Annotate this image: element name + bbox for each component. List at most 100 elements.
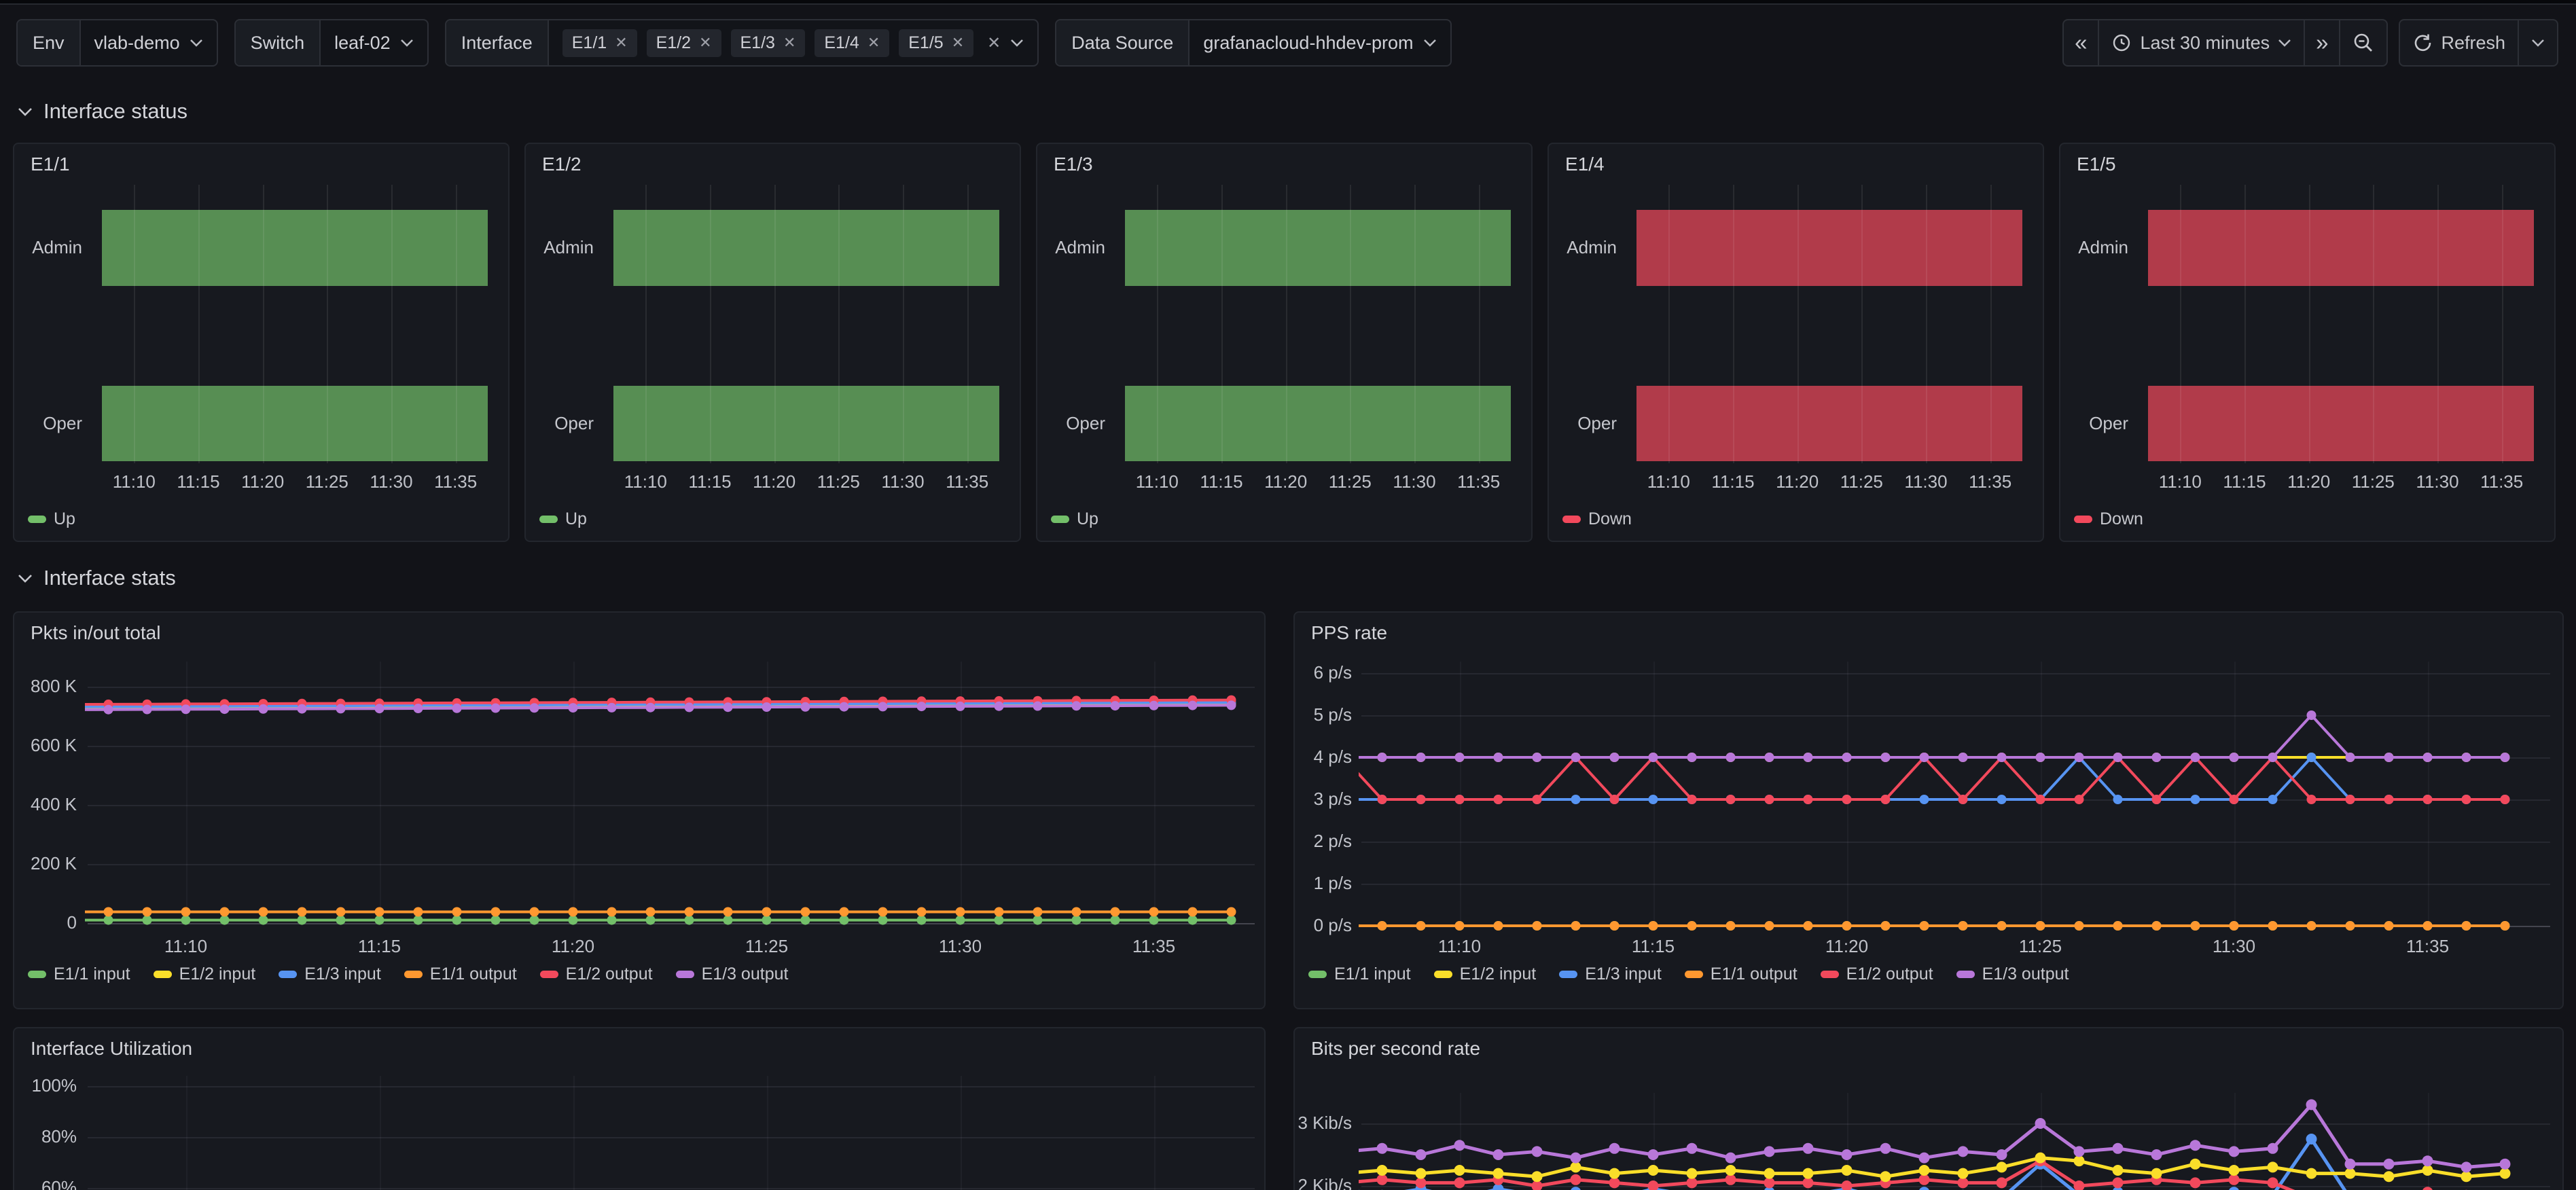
legend-label: E1/3 output: [1982, 964, 2069, 984]
data-point: [491, 907, 501, 917]
section-interface-stats[interactable]: Interface stats: [18, 566, 176, 590]
legend-item-e1-3-input[interactable]: E1/3 input: [1559, 964, 1662, 984]
panel-title[interactable]: E1/2: [542, 154, 582, 175]
remove-chip-icon[interactable]: ✕: [783, 35, 795, 50]
time-shift-forward-button[interactable]: »: [2304, 20, 2339, 65]
datasource-filter[interactable]: Data Source grafanacloud-hhdev-prom: [1055, 19, 1451, 67]
chart-canvas[interactable]: [14, 613, 1267, 1011]
remove-chip-icon[interactable]: ✕: [952, 35, 964, 50]
chart-panel-pps: PPS rate6 p/s5 p/s4 p/s3 p/s2 p/s1 p/s0 …: [1293, 611, 2564, 1009]
datasource-filter-value[interactable]: grafanacloud-hhdev-prom: [1189, 20, 1450, 65]
data-point: [2191, 921, 2200, 931]
legend[interactable]: Up: [539, 509, 587, 529]
clear-all-icon[interactable]: ✕: [987, 33, 1001, 53]
refresh-button[interactable]: Refresh: [2400, 20, 2518, 65]
data-point: [1339, 795, 1348, 804]
legend-item[interactable]: Up: [539, 509, 587, 529]
legend-item-e1-2-output[interactable]: E1/2 output: [540, 964, 653, 984]
chevron-down-icon: [1010, 39, 1024, 47]
data-point: [1842, 1149, 1853, 1160]
legend-item[interactable]: Up: [1051, 509, 1098, 529]
env-filter[interactable]: Env vlab-demo: [16, 19, 218, 67]
section-interface-status[interactable]: Interface status: [18, 99, 187, 124]
refresh-interval-dropdown[interactable]: [2518, 20, 2557, 65]
data-point: [917, 916, 927, 925]
legend-item-e1-3-input[interactable]: E1/3 input: [279, 964, 381, 984]
interface-chip[interactable]: E1/3✕: [731, 29, 806, 57]
panel-title[interactable]: E1/3: [1054, 154, 1093, 175]
data-point: [375, 704, 384, 713]
legend-item[interactable]: Down: [2074, 509, 2143, 529]
data-point: [104, 916, 113, 925]
data-point: [1072, 701, 1081, 710]
data-point: [336, 907, 346, 917]
gridline: [456, 185, 457, 463]
data-point: [1416, 1177, 1427, 1188]
data-point: [1378, 795, 1387, 804]
chart-canvas[interactable]: [1295, 613, 2565, 1011]
data-point: [2230, 795, 2239, 804]
data-point: [956, 916, 965, 925]
legend-item-e1-3-output[interactable]: E1/3 output: [676, 964, 789, 984]
panel-title[interactable]: E1/4: [1565, 154, 1605, 175]
data-point: [375, 916, 384, 925]
refresh-controls: Refresh: [2399, 19, 2558, 67]
data-point: [1033, 907, 1043, 917]
remove-chip-icon[interactable]: ✕: [615, 35, 627, 50]
gridline: [838, 185, 840, 463]
zoom-out-button[interactable]: [2339, 20, 2386, 65]
legend-item[interactable]: Up: [28, 509, 75, 529]
data-point: [2268, 921, 2278, 931]
chart-canvas[interactable]: [1295, 1028, 2565, 1190]
chart-canvas[interactable]: [14, 1028, 1267, 1190]
interface-chip[interactable]: E1/5✕: [899, 29, 973, 57]
time-range-picker[interactable]: Last 30 minutes: [2098, 20, 2304, 65]
legend[interactable]: E1/1 input E1/2 input E1/3 input E1/1 outpu…: [28, 964, 788, 984]
data-point: [1416, 795, 1426, 804]
time-tick: 11:20: [2272, 471, 2346, 492]
data-point: [2384, 795, 2394, 804]
data-point: [2306, 1134, 2317, 1144]
data-point: [1648, 1149, 1659, 1160]
data-point: [1571, 921, 1581, 931]
legend[interactable]: Up: [28, 509, 75, 529]
data-point: [1764, 1146, 1775, 1157]
data-point: [1377, 1165, 1388, 1176]
legend-item-e1-1-input[interactable]: E1/1 input: [28, 964, 130, 984]
series-line-e1-3-input: [1344, 757, 2505, 799]
legend-item-e1-3-output[interactable]: E1/3 output: [1956, 964, 2069, 984]
data-point: [65, 916, 75, 925]
legend-label: Up: [1077, 509, 1098, 529]
panel-title[interactable]: E1/5: [2077, 154, 2116, 175]
legend-label: E1/3 input: [304, 964, 381, 984]
legend-item-e1-2-output[interactable]: E1/2 output: [1821, 964, 1933, 984]
legend-item[interactable]: Down: [1562, 509, 1632, 529]
legend[interactable]: Up: [1051, 509, 1098, 529]
legend-item-e1-1-output[interactable]: E1/1 output: [404, 964, 517, 984]
interface-chip[interactable]: E1/2✕: [647, 29, 721, 57]
remove-chip-icon[interactable]: ✕: [867, 35, 880, 50]
legend-item-e1-2-input[interactable]: E1/2 input: [1434, 964, 1537, 984]
time-tick: 11:25: [1312, 471, 1387, 492]
interface-chip[interactable]: E1/1✕: [562, 29, 637, 57]
remove-chip-icon[interactable]: ✕: [699, 35, 711, 50]
legend[interactable]: Down: [1562, 509, 1632, 529]
interface-filter-value[interactable]: E1/1✕ E1/2✕ E1/3✕ E1/4✕ E1/5✕ ✕: [549, 20, 1037, 65]
time-shift-back-button[interactable]: «: [2064, 20, 2098, 65]
switch-filter-value[interactable]: leaf-02: [321, 20, 427, 65]
legend-item-e1-2-input[interactable]: E1/2 input: [154, 964, 256, 984]
legend-item-e1-1-input[interactable]: E1/1 input: [1308, 964, 1411, 984]
data-point: [65, 704, 75, 713]
gridline: [1990, 185, 1992, 463]
data-point: [1339, 921, 1348, 931]
panel-title[interactable]: E1/1: [31, 154, 70, 175]
interface-chip[interactable]: E1/4✕: [815, 29, 889, 57]
env-filter-value[interactable]: vlab-demo: [81, 20, 217, 65]
interface-filter[interactable]: Interface E1/1✕ E1/2✕ E1/3✕ E1/4✕ E1/5✕ …: [445, 19, 1039, 67]
legend[interactable]: E1/1 input E1/2 input E1/3 input E1/1 outpu…: [1308, 964, 2069, 984]
data-point: [2230, 921, 2239, 931]
legend[interactable]: Down: [2074, 509, 2143, 529]
switch-filter[interactable]: Switch leaf-02: [234, 19, 429, 67]
data-point: [530, 703, 539, 713]
legend-item-e1-1-output[interactable]: E1/1 output: [1685, 964, 1797, 984]
